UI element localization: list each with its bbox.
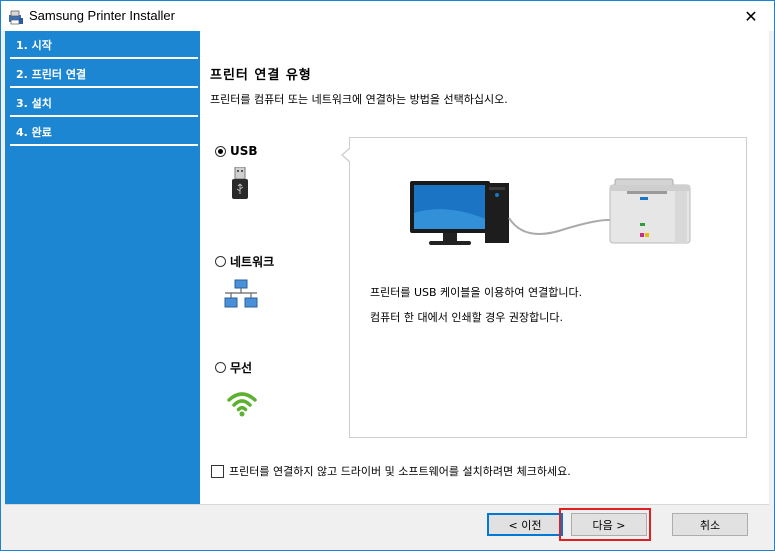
- page-title: 프린터 연결 유형: [210, 68, 312, 83]
- close-button[interactable]: ✕: [728, 1, 774, 31]
- panel-pointer-inner: [343, 148, 351, 162]
- wireless-radio-option[interactable]: 무선: [215, 359, 252, 376]
- button-bar: < 이전 다음 > 취소: [5, 504, 769, 545]
- window-title: Samsung Printer Installer: [29, 8, 175, 23]
- step-printer-connection: 2. 프린터 연결: [10, 60, 198, 88]
- printer-app-icon: [9, 10, 23, 25]
- network-option-label: 네트워크: [230, 255, 275, 269]
- back-button[interactable]: < 이전: [487, 513, 563, 536]
- wireless-option-label: 무선: [230, 361, 253, 375]
- usb-radio[interactable]: [215, 145, 226, 157]
- wireless-radio[interactable]: [215, 362, 226, 373]
- page-subtitle: 프린터를 컴퓨터 또는 네트워크에 연결하는 방법을 선택하십시오.: [210, 93, 508, 106]
- description-panel: 프린터를 USB 케이블을 이용하여 연결합니다. 컴퓨터 한 대에서 인쇄할 …: [349, 137, 747, 438]
- main-content: 프린터 연결 유형 프린터를 컴퓨터 또는 네트워크에 연결하는 방법을 선택하…: [200, 31, 769, 504]
- skip-connection-label: 프린터를 연결하지 않고 드라이버 및 소프트웨어를 설치하려면 체크하세요.: [229, 465, 571, 478]
- title-bar[interactable]: Samsung Printer Installer ✕: [1, 1, 774, 31]
- step-complete: 4. 완료: [10, 118, 198, 146]
- steps-sidebar: 1. 시작 2. 프린터 연결 3. 설치 4. 완료: [5, 31, 200, 504]
- panel-description-line1: 프린터를 USB 케이블을 이용하여 연결합니다.: [370, 286, 583, 299]
- close-icon: ✕: [744, 6, 758, 26]
- usb-option-label: USB: [230, 144, 258, 158]
- network-radio-option[interactable]: 네트워크: [215, 253, 274, 270]
- network-icon: [224, 279, 258, 308]
- cancel-button[interactable]: 취소: [672, 513, 748, 536]
- panel-description-line2: 컴퓨터 한 대에서 인쇄할 경우 권장합니다.: [370, 311, 564, 324]
- next-button[interactable]: 다음 >: [571, 513, 647, 536]
- step-install: 3. 설치: [10, 89, 198, 117]
- usb-radio-option[interactable]: USB: [215, 144, 258, 158]
- usb-icon: [232, 167, 248, 199]
- skip-connection-checkbox[interactable]: [211, 464, 224, 478]
- usb-connection-illustration: [410, 178, 691, 245]
- installer-window: Samsung Printer Installer ✕ 1. 시작 2. 프린터…: [0, 0, 775, 551]
- step-start: 1. 시작: [10, 31, 198, 59]
- skip-connection-option[interactable]: 프린터를 연결하지 않고 드라이버 및 소프트웨어를 설치하려면 체크하세요.: [211, 463, 571, 479]
- network-radio[interactable]: [215, 256, 226, 267]
- wifi-icon: [227, 392, 257, 417]
